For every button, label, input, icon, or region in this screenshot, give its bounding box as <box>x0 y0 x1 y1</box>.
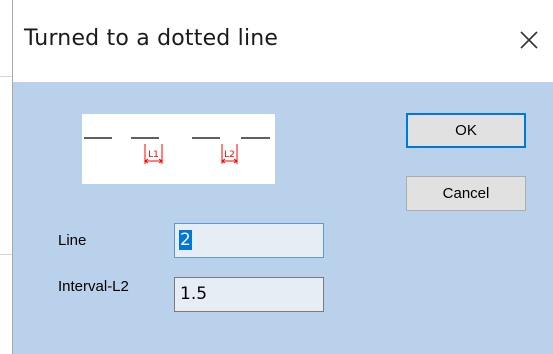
interval-value: 1.5 <box>180 284 208 304</box>
dotted-line-dialog: Turned to a dotted line L1 L2 OK Cancel … <box>12 0 553 354</box>
close-icon <box>520 31 538 49</box>
marker-label-l2: L2 <box>224 150 235 160</box>
divider <box>0 254 12 255</box>
background-window-edge <box>0 0 12 354</box>
ok-button[interactable]: OK <box>406 113 526 148</box>
interval-label: Interval-L2 <box>58 278 129 295</box>
interval-input[interactable]: 1.5 <box>174 277 324 312</box>
marker-label-l1: L1 <box>148 150 159 160</box>
close-button[interactable] <box>506 18 552 62</box>
title-bar: Turned to a dotted line <box>13 0 553 82</box>
line-label: Line <box>58 232 87 249</box>
dialog-title: Turned to a dotted line <box>24 26 279 51</box>
divider <box>0 76 12 77</box>
cancel-button[interactable]: Cancel <box>406 176 526 211</box>
dash-pattern-diagram: L1 L2 <box>84 137 270 164</box>
dialog-body: L1 L2 OK Cancel Line 2 Interval-L2 1.5 <box>13 82 553 354</box>
line-length-input[interactable]: 2 <box>174 223 324 258</box>
dotted-line-preview: L1 L2 <box>82 114 275 184</box>
line-length-value: 2 <box>179 230 192 250</box>
interval-label-clip: Interval-L2 <box>58 278 167 300</box>
